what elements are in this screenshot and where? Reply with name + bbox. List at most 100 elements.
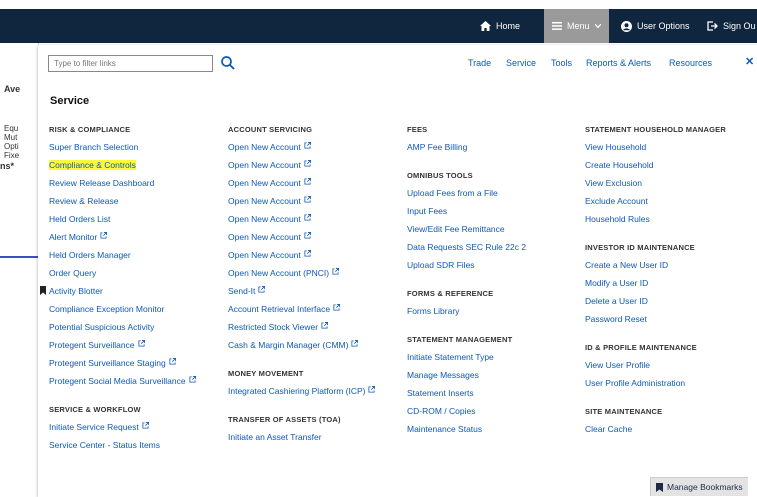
- menu-link-order-query[interactable]: Order Query: [49, 267, 196, 285]
- menu-link-user-profile-administration[interactable]: User Profile Administration: [585, 377, 726, 395]
- nav-home[interactable]: Home: [480, 9, 520, 43]
- menu-link-potential-suspicious-activity[interactable]: Potential Suspicious Activity: [49, 321, 196, 339]
- background-line: Fixe: [4, 151, 20, 160]
- menu-link-initiate-service-request[interactable]: Initiate Service Request: [49, 421, 196, 439]
- external-link-icon: [304, 250, 311, 257]
- menu-link-forms-library[interactable]: Forms Library: [407, 305, 526, 323]
- menu-link-send-it[interactable]: Send-It: [228, 285, 375, 303]
- menu-link-label: Initiate Statement Type: [407, 352, 494, 362]
- menu-link-cd-rom-copies[interactable]: CD-ROM / Copies: [407, 405, 526, 423]
- external-link-icon: [304, 214, 311, 221]
- menu-link-modify-a-user-id[interactable]: Modify a User ID: [585, 277, 726, 295]
- menu-link-amp-fee-billing[interactable]: AMP Fee Billing: [407, 141, 526, 159]
- column-spacer: [407, 323, 526, 333]
- menu-link-manage-messages[interactable]: Manage Messages: [407, 369, 526, 387]
- menu-link-integrated-cashiering-platform-icp[interactable]: Integrated Cashiering Platform (ICP): [228, 385, 376, 403]
- external-link-icon: [304, 160, 311, 167]
- menu-link-label: Modify a User ID: [585, 278, 649, 288]
- tab-tools[interactable]: Tools: [551, 58, 572, 68]
- menu-link-exclude-account[interactable]: Exclude Account: [585, 195, 726, 213]
- menu-link-protegent-surveillance-staging[interactable]: Protegent Surveillance Staging: [49, 357, 196, 375]
- menu-link-upload-fees-from-a-file[interactable]: Upload Fees from a File: [407, 187, 526, 205]
- menu-link-protegent-social-media-surveillance[interactable]: Protegent Social Media Surveillance: [49, 375, 196, 393]
- menu-link-label: Service Center - Status Items: [49, 440, 161, 450]
- menu-link-label: Delete a User ID: [585, 296, 648, 306]
- menu-link-review-release-dashboard[interactable]: Review Release Dashboard: [49, 177, 196, 195]
- menu-link-open-new-account[interactable]: Open New Account: [228, 159, 375, 177]
- menu-link-data-requests-sec-rule-22c-2[interactable]: Data Requests SEC Rule 22c 2: [407, 241, 526, 259]
- menu-link-held-orders-list[interactable]: Held Orders List: [49, 213, 196, 231]
- menu-link-protegent-surveillance[interactable]: Protegent Surveillance: [49, 339, 196, 357]
- menu-link-maintenance-status[interactable]: Maintenance Status: [407, 423, 526, 441]
- background-page-left: Ave Equ Mut Opti Fixe ns*: [0, 43, 39, 497]
- tab-resources[interactable]: Resources: [669, 58, 712, 68]
- menu-link-open-new-account[interactable]: Open New Account: [228, 141, 375, 159]
- top-nav-bar: Home Menu User Options Sign Ou: [0, 9, 757, 43]
- nav-sign-out[interactable]: Sign Ou: [707, 9, 756, 43]
- menu-link-compliance-and-controls[interactable]: Compliance & Controls: [49, 159, 196, 177]
- external-link-icon: [304, 196, 311, 203]
- close-icon[interactable]: ✕: [745, 55, 754, 68]
- tab-reports-alerts[interactable]: Reports & Alerts: [586, 58, 651, 68]
- menu-link-label: Manage Messages: [407, 370, 479, 380]
- menu-link-super-branch-selection[interactable]: Super Branch Selection: [49, 141, 196, 159]
- menu-link-alert-monitor[interactable]: Alert Monitor: [49, 231, 196, 249]
- menu-link-open-new-account[interactable]: Open New Account: [228, 231, 375, 249]
- manage-bookmarks-button[interactable]: Manage Bookmarks: [650, 477, 748, 496]
- menu-link-open-new-account[interactable]: Open New Account: [228, 195, 375, 213]
- menu-link-view-household[interactable]: View Household: [585, 141, 726, 159]
- search-icon[interactable]: [220, 55, 236, 71]
- external-link-icon: [169, 358, 176, 365]
- menu-link-activity-blotter[interactable]: Activity Blotter: [40, 285, 196, 303]
- menu-link-view-exclusion[interactable]: View Exclusion: [585, 177, 726, 195]
- section-header-id-and-profile-maintenance: ID & PROFILE MAINTENANCE: [585, 343, 697, 352]
- menu-link-restricted-stock-viewer[interactable]: Restricted Stock Viewer: [228, 321, 375, 339]
- nav-menu[interactable]: Menu: [544, 9, 609, 43]
- nav-user-options[interactable]: User Options: [621, 9, 690, 43]
- menu-link-initiate-statement-type[interactable]: Initiate Statement Type: [407, 351, 526, 369]
- menu-link-service-center-status-items[interactable]: Service Center - Status Items: [49, 439, 196, 457]
- menu-link-open-new-account-pnci[interactable]: Open New Account (PNCI): [228, 267, 375, 285]
- menu-link-label: Open New Account: [228, 214, 301, 224]
- menu-link-view-user-profile[interactable]: View User Profile: [585, 359, 726, 377]
- menu-link-password-reset[interactable]: Password Reset: [585, 313, 726, 331]
- menu-link-upload-sdr-files[interactable]: Upload SDR Files: [407, 259, 526, 277]
- menu-link-cash-and-margin-manager-cmm[interactable]: Cash & Margin Manager (CMM): [228, 339, 375, 357]
- menu-link-label: AMP Fee Billing: [407, 142, 468, 152]
- menu-link-label: Held Orders Manager: [49, 250, 131, 260]
- nav-home-label: Home: [496, 21, 521, 31]
- menu-link-view-edit-fee-remittance[interactable]: View/Edit Fee Remittance: [407, 223, 526, 241]
- menu-link-clear-cache[interactable]: Clear Cache: [585, 423, 726, 441]
- menu-link-review-and-release[interactable]: Review & Release: [49, 195, 196, 213]
- menu-link-create-household[interactable]: Create Household: [585, 159, 726, 177]
- menu-link-input-fees[interactable]: Input Fees: [407, 205, 526, 223]
- menu-link-open-new-account[interactable]: Open New Account: [228, 249, 375, 267]
- menu-link-label: Initiate Service Request: [49, 422, 139, 432]
- menu-link-open-new-account[interactable]: Open New Account: [228, 213, 375, 231]
- nav-sign-out-label: Sign Ou: [723, 21, 756, 31]
- menu-link-label: Send-It: [228, 286, 256, 296]
- menu-link-label: View/Edit Fee Remittance: [407, 224, 505, 234]
- menu-link-label: Create Household: [585, 160, 654, 170]
- section-header-forms-and-reference: FORMS & REFERENCE: [407, 289, 494, 298]
- menu-link-delete-a-user-id[interactable]: Delete a User ID: [585, 295, 726, 313]
- menu-link-create-a-new-user-id[interactable]: Create a New User ID: [585, 259, 726, 277]
- menu-link-open-new-account[interactable]: Open New Account: [228, 177, 375, 195]
- background-line: Opti: [4, 142, 19, 151]
- menu-link-compliance-exception-monitor[interactable]: Compliance Exception Monitor: [49, 303, 196, 321]
- menu-link-label: Data Requests SEC Rule 22c 2: [407, 242, 527, 252]
- menu-link-held-orders-manager[interactable]: Held Orders Manager: [49, 249, 196, 267]
- menu-link-label: Restricted Stock Viewer: [228, 322, 319, 332]
- menu-link-initiate-an-asset-transfer[interactable]: Initiate an Asset Transfer: [228, 431, 375, 449]
- menu-column-4: STATEMENT HOUSEHOLD MANAGER View Househol…: [585, 123, 726, 441]
- external-link-icon: [304, 232, 311, 239]
- tab-trade[interactable]: Trade: [468, 58, 491, 68]
- menu-link-household-rules[interactable]: Household Rules: [585, 213, 726, 231]
- filter-links-input[interactable]: [48, 55, 213, 72]
- tab-service[interactable]: Service: [506, 58, 536, 68]
- background-heading: Ave: [4, 84, 21, 94]
- menu-link-account-retrieval-interface[interactable]: Account Retrieval Interface: [228, 303, 375, 321]
- column-spacer: [585, 331, 726, 341]
- menu-link-statement-inserts[interactable]: Statement Inserts: [407, 387, 526, 405]
- menu-link-label: Initiate an Asset Transfer: [228, 432, 322, 442]
